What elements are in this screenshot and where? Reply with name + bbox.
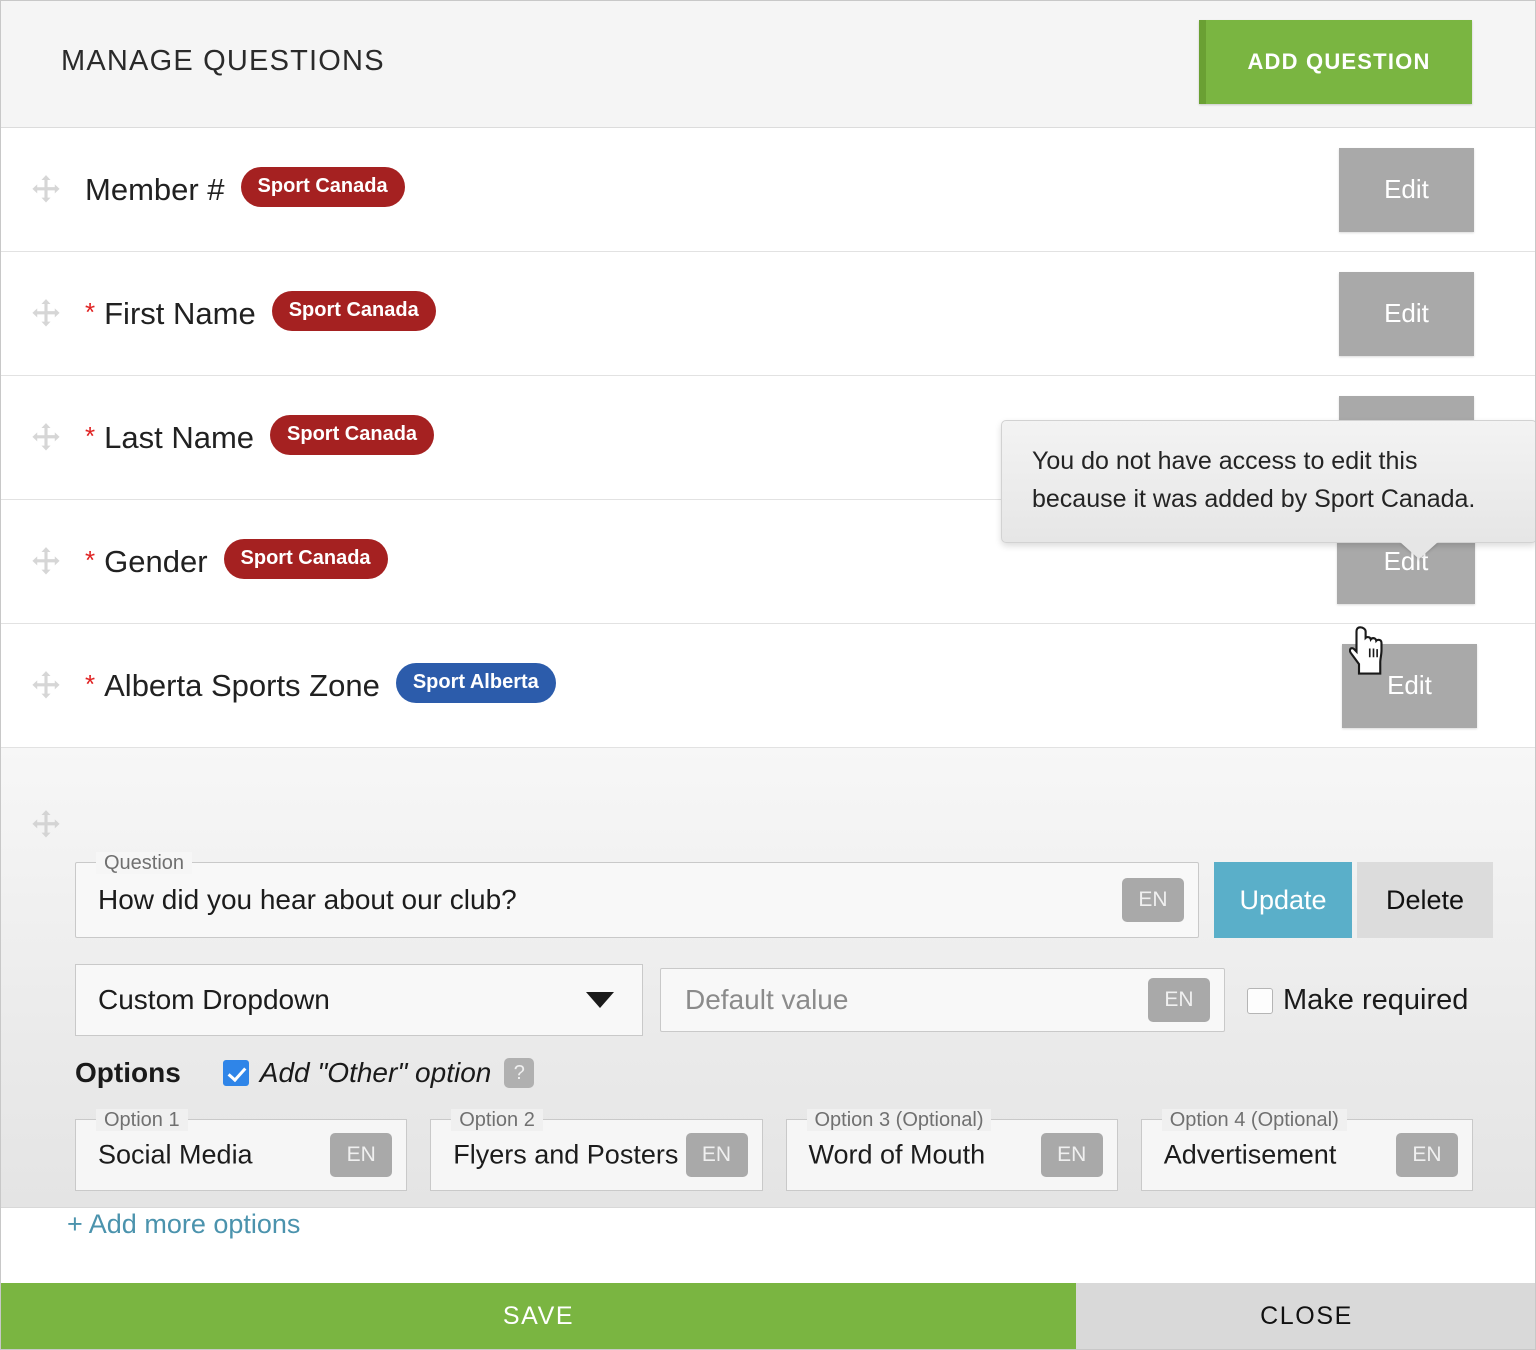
- required-asterisk: *: [85, 668, 96, 699]
- dialog-footer: SAVE CLOSE: [1, 1283, 1535, 1349]
- question-field-legend: Question: [96, 852, 193, 874]
- language-tag-en[interactable]: EN: [1040, 1133, 1103, 1177]
- add-more-options-link[interactable]: + Add more options: [67, 1209, 300, 1240]
- option-field-4[interactable]: Option 4 (Optional) Advertisement EN: [1140, 1109, 1473, 1191]
- options-title: Options: [75, 1057, 181, 1088]
- language-tag-en[interactable]: EN: [685, 1133, 748, 1177]
- owner-badge: Sport Canada: [240, 166, 405, 207]
- drag-handle-icon[interactable]: [29, 669, 63, 703]
- question-label: Member #: [85, 171, 225, 207]
- question-label: Alberta Sports Zone: [104, 667, 380, 703]
- default-value-field[interactable]: Default value EN: [660, 968, 1225, 1032]
- help-icon[interactable]: ?: [504, 1058, 535, 1088]
- make-required-label: Make required: [1283, 984, 1469, 1016]
- language-tag-en[interactable]: EN: [1396, 1133, 1458, 1177]
- question-row-member-number: Member # Sport Canada Edit: [1, 128, 1535, 252]
- close-button[interactable]: CLOSE: [1076, 1283, 1535, 1349]
- owner-badge: Sport Canada: [223, 538, 388, 579]
- dialog-header: MANAGE QUESTIONS ADD QUESTION: [1, 1, 1535, 128]
- option-value: Social Media: [98, 1139, 253, 1170]
- drag-handle-icon[interactable]: [29, 808, 63, 842]
- default-value-placeholder: Default value: [685, 984, 849, 1015]
- question-label: Last Name: [104, 419, 255, 455]
- chevron-down-icon: [586, 992, 614, 1008]
- edit-button[interactable]: Edit: [1339, 271, 1474, 356]
- owner-badge: Sport Canada: [271, 290, 436, 331]
- checkbox-box[interactable]: [1247, 987, 1273, 1014]
- option-field-1[interactable]: Option 1 Social Media EN: [75, 1109, 408, 1191]
- owner-badge: Sport Canada: [270, 414, 435, 455]
- option-field-2[interactable]: Option 2 Flyers and Posters EN: [430, 1109, 763, 1191]
- option-value: Advertisement: [1163, 1139, 1337, 1170]
- save-button[interactable]: SAVE: [1, 1283, 1076, 1349]
- question-text-field[interactable]: Question How did you hear about our club…: [75, 852, 1199, 938]
- question-text-value: How did you hear about our club?: [98, 884, 517, 915]
- option-legend: Option 3 (Optional): [806, 1109, 992, 1131]
- question-label: First Name: [104, 295, 256, 331]
- option-value: Word of Mouth: [808, 1139, 986, 1170]
- update-button[interactable]: Update: [1214, 862, 1352, 938]
- option-legend: Option 2: [451, 1109, 543, 1131]
- make-required-checkbox[interactable]: Make required: [1247, 984, 1468, 1017]
- question-type-select[interactable]: Custom Dropdown: [75, 964, 643, 1036]
- question-label: Gender: [104, 543, 208, 579]
- owner-badge: Sport Alberta: [395, 662, 556, 703]
- tooltip-arrow: [1400, 542, 1438, 559]
- drag-handle-icon[interactable]: [29, 173, 63, 207]
- manage-questions-dialog: MANAGE QUESTIONS ADD QUESTION Member # S…: [0, 0, 1536, 1350]
- add-other-option-checkbox[interactable]: [222, 1060, 249, 1086]
- page-title: MANAGE QUESTIONS: [61, 45, 385, 77]
- edit-button[interactable]: Edit: [1339, 147, 1474, 232]
- edit-button[interactable]: Edit: [1342, 643, 1477, 728]
- delete-button[interactable]: Delete: [1357, 862, 1493, 938]
- required-asterisk: *: [85, 544, 96, 575]
- required-asterisk: *: [85, 296, 96, 327]
- option-field-3[interactable]: Option 3 (Optional) Word of Mouth EN: [785, 1109, 1118, 1191]
- drag-handle-icon[interactable]: [29, 297, 63, 331]
- permission-tooltip-text: You do not have access to edit this beca…: [1032, 447, 1476, 513]
- add-other-option-label: Add "Other" option: [259, 1057, 492, 1088]
- language-tag-en[interactable]: EN: [1148, 978, 1210, 1022]
- question-type-value: Custom Dropdown: [98, 984, 330, 1015]
- question-row-first-name: * First Name Sport Canada Edit: [1, 252, 1535, 376]
- language-tag-en[interactable]: EN: [1122, 878, 1184, 922]
- drag-handle-icon[interactable]: [29, 421, 63, 455]
- language-tag-en[interactable]: EN: [330, 1133, 393, 1177]
- option-fields-list: Option 1 Social Media EN Option 2 Flyers…: [75, 1109, 1473, 1191]
- add-question-button[interactable]: ADD QUESTION: [1199, 20, 1472, 104]
- options-header-row: Options Add "Other" option ?: [75, 1057, 535, 1089]
- option-legend: Option 4 (Optional): [1161, 1109, 1347, 1131]
- drag-handle-icon[interactable]: [29, 545, 63, 579]
- question-row-alberta-sports-zone: * Alberta Sports Zone Sport Alberta Edit: [1, 624, 1535, 748]
- permission-tooltip: You do not have access to edit this beca…: [1001, 420, 1535, 559]
- required-asterisk: *: [85, 420, 96, 451]
- option-value: Flyers and Posters: [453, 1139, 679, 1170]
- option-legend: Option 1: [96, 1109, 188, 1131]
